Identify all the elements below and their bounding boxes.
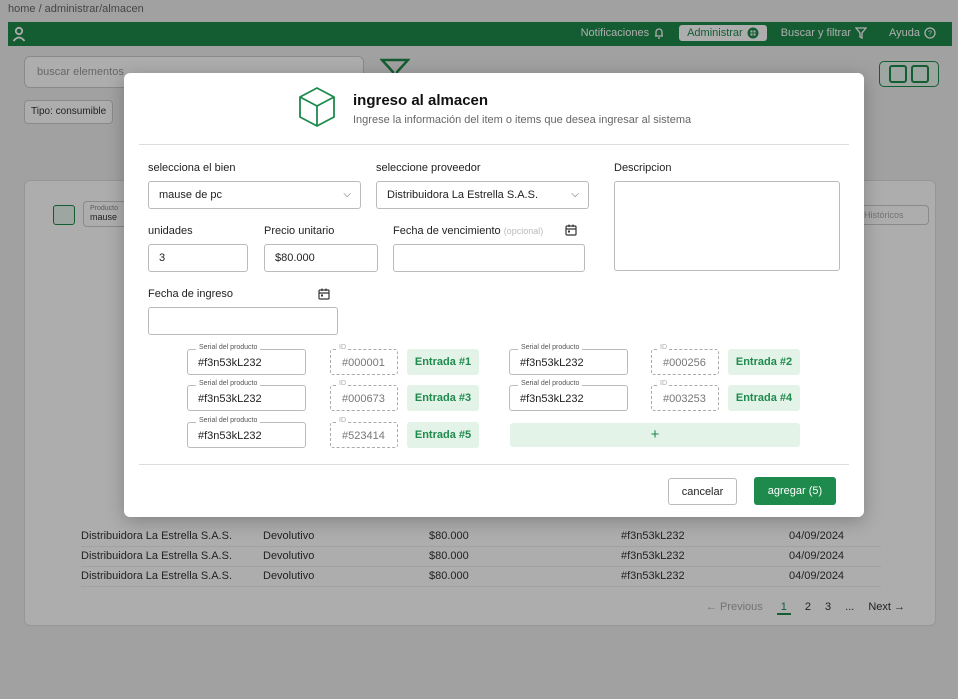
serial-legend: Serial del producto xyxy=(518,344,583,351)
modal-title: ingreso al almacen xyxy=(353,92,489,109)
divider xyxy=(139,464,849,465)
bien-value: mause de pc xyxy=(159,189,222,201)
serial-value: #f3n53kL232 xyxy=(198,393,262,405)
id-legend: ID xyxy=(658,380,669,387)
id-field: ID #003253 xyxy=(651,380,719,411)
entry-badge: Entrada #3 xyxy=(407,385,479,411)
serial-legend: Serial del producto xyxy=(518,380,583,387)
serial-field[interactable]: Serial del producto #f3n53kL232 xyxy=(509,380,628,411)
serial-value: #f3n53kL232 xyxy=(520,357,584,369)
id-value: #003253 xyxy=(663,393,706,405)
modal-subtitle: Ingrese la información del item o items … xyxy=(353,114,692,126)
chevron-down-icon: ⌵ xyxy=(343,189,351,200)
serial-legend: Serial del producto xyxy=(196,417,261,424)
ingreso-label: Fecha de ingreso xyxy=(148,288,233,300)
serial-value: #f3n53kL232 xyxy=(520,393,584,405)
vencimiento-text: Fecha de vencimiento xyxy=(393,225,501,237)
id-field: ID #000001 xyxy=(330,344,398,375)
serial-value: #f3n53kL232 xyxy=(198,357,262,369)
entry-badge: Entrada #2 xyxy=(728,349,800,375)
serial-legend: Serial del producto xyxy=(196,380,261,387)
descripcion-textarea[interactable] xyxy=(614,181,840,271)
id-value: #523414 xyxy=(342,430,385,442)
id-value: #000256 xyxy=(663,357,706,369)
ingreso-modal: ingreso al almacen Ingrese la informació… xyxy=(124,73,864,517)
serial-value: #f3n53kL232 xyxy=(198,430,262,442)
add-entry-button[interactable]: + xyxy=(510,423,800,447)
serial-field[interactable]: Serial del producto #f3n53kL232 xyxy=(509,344,628,375)
precio-label: Precio unitario xyxy=(264,225,335,237)
unidades-label: unidades xyxy=(148,225,193,237)
serial-field[interactable]: Serial del producto #f3n53kL232 xyxy=(187,380,306,411)
ingreso-input[interactable] xyxy=(148,307,338,335)
id-field: ID #523414 xyxy=(330,417,398,448)
id-field: ID #000256 xyxy=(651,344,719,375)
id-field: ID #000673 xyxy=(330,380,398,411)
divider xyxy=(139,144,849,145)
unidades-input[interactable]: 3 xyxy=(148,244,248,272)
calendar-icon[interactable] xyxy=(318,288,330,300)
id-legend: ID xyxy=(337,380,348,387)
id-legend: ID xyxy=(658,344,669,351)
proveedor-label: seleccione proveedor xyxy=(376,162,481,174)
id-value: #000001 xyxy=(342,357,385,369)
proveedor-select[interactable]: Distribuidora La Estrella S.A.S. ⌵ xyxy=(376,181,589,209)
entry-badge: Entrada #1 xyxy=(407,349,479,375)
vencimiento-label: Fecha de vencimiento (opcional) xyxy=(393,225,543,237)
optional-hint: (opcional) xyxy=(503,226,544,236)
bien-select[interactable]: mause de pc ⌵ xyxy=(148,181,361,209)
box-icon xyxy=(299,87,335,127)
submit-button[interactable]: agregar (5) xyxy=(754,477,836,505)
descripcion-label: Descripcion xyxy=(614,162,672,174)
precio-input[interactable]: $80.000 xyxy=(264,244,378,272)
vencimiento-input[interactable] xyxy=(393,244,585,272)
id-legend: ID xyxy=(337,417,348,424)
cancel-button[interactable]: cancelar xyxy=(668,478,737,505)
entry-badge: Entrada #4 xyxy=(728,385,800,411)
bien-label: selecciona el bien xyxy=(148,162,236,174)
serial-field[interactable]: Serial del producto #f3n53kL232 xyxy=(187,417,306,448)
id-legend: ID xyxy=(337,344,348,351)
entry-badge: Entrada #5 xyxy=(407,422,479,448)
calendar-icon[interactable] xyxy=(565,224,577,236)
chevron-down-icon: ⌵ xyxy=(571,189,579,200)
serial-field[interactable]: Serial del producto #f3n53kL232 xyxy=(187,344,306,375)
id-value: #000673 xyxy=(342,393,385,405)
serial-legend: Serial del producto xyxy=(196,344,261,351)
proveedor-value: Distribuidora La Estrella S.A.S. xyxy=(387,189,539,201)
